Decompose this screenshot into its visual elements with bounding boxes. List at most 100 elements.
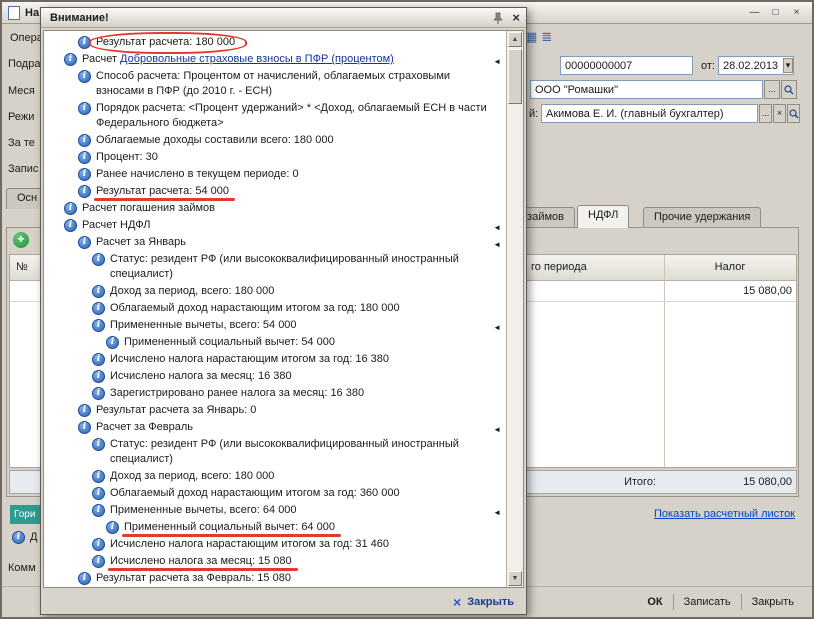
label-month: Меся	[8, 85, 35, 97]
scroll-thumb[interactable]	[508, 49, 522, 104]
message-row: i Примененные вычеты, всего: 64 000 ◄	[44, 502, 506, 519]
warning-dialog: Внимание! × i Результат расчета: 180 000…	[40, 7, 527, 615]
info-icon: i	[92, 538, 105, 551]
message-row: i Исчислено налога за месяц: 16 380	[44, 368, 506, 385]
message-row: i Исчислено налога нарастающим итогом за…	[44, 536, 506, 553]
message-text: Облагаемый доход нарастающим итогом за г…	[110, 302, 400, 314]
info-icon: i	[12, 531, 25, 544]
tab-ndfl[interactable]: НДФЛ	[577, 205, 630, 228]
info-icon: i	[92, 319, 105, 332]
scrollbar[interactable]: ▲ ▼	[506, 31, 523, 587]
info-icon: i	[92, 470, 105, 483]
organization-field[interactable]	[530, 80, 763, 99]
maximize-button[interactable]: □	[765, 4, 786, 21]
dialog-titlebar: Внимание! ×	[41, 8, 526, 28]
message-text: Примененные вычеты, всего: 54 000	[110, 319, 297, 331]
date-label: от:	[701, 60, 715, 72]
message-text: Облагаемые доходы составили всего: 180 0…	[96, 134, 334, 146]
info-icon: i	[64, 53, 77, 66]
message-row: i Доход за период, всего: 180 000	[44, 468, 506, 485]
message-row: i Статус: резидент РФ (или высококвалифи…	[44, 436, 506, 468]
organization-choose-button[interactable]: ...	[764, 80, 780, 99]
info-icon: i	[78, 134, 91, 147]
info-icon: i	[106, 521, 119, 534]
message-text: Облагаемый доход нарастающим итогом за г…	[110, 487, 400, 499]
scroll-up-icon[interactable]: ▲	[508, 32, 522, 47]
menu-item-operations[interactable]: Опера	[10, 32, 43, 44]
organization-open-button[interactable]	[781, 80, 797, 99]
info-icon: i	[78, 421, 91, 434]
dialog-close-icon[interactable]: ×	[512, 10, 520, 25]
label-record: Запис	[8, 163, 39, 175]
info-icon: i	[92, 302, 105, 315]
tab-other-deductions[interactable]: Прочие удержания	[643, 207, 762, 228]
message-row: i Расчет за Февраль ◄	[44, 419, 506, 436]
info-icon: i	[92, 487, 105, 500]
show-payslip-link[interactable]: Показать расчетный листок	[654, 508, 795, 520]
accrual-kind-link[interactable]: Добровольные страховые взносы в ПФР (про…	[120, 53, 394, 65]
pin-icon[interactable]	[492, 12, 504, 24]
info-icon: i	[78, 102, 91, 115]
message-text: Примененный социальный вычет: 54 000	[124, 336, 335, 348]
info-icon: i	[92, 370, 105, 383]
message-row: i Результат расчета за Январь: 0	[44, 402, 506, 419]
message-row: i Порядок расчета: <Процент удержаний> *…	[44, 100, 506, 132]
message-text: Статус: резидент РФ (или высококвалифици…	[110, 438, 459, 465]
info-icon: i	[106, 336, 119, 349]
magnifier-icon	[788, 108, 799, 119]
message-list: i Результат расчета: 180 000 i Расчет До…	[44, 31, 506, 587]
message-text: Результат расчета за Февраль: 15 080	[96, 572, 291, 584]
responsible-field[interactable]	[541, 104, 758, 123]
scroll-down-icon[interactable]: ▼	[508, 571, 522, 586]
label-for-period: За те	[8, 137, 35, 149]
minimize-button[interactable]: —	[744, 4, 765, 21]
collapse-arrow-icon[interactable]: ◄	[493, 422, 501, 437]
message-text: Расчет Добровольные страховые взносы в П…	[82, 53, 394, 65]
collapse-arrow-icon[interactable]: ◄	[493, 320, 501, 335]
message-row: i Исчислено налога нарастающим итогом за…	[44, 351, 506, 368]
info-icon: i	[92, 285, 105, 298]
message-row: i Результат расчета: 54 000	[44, 183, 506, 201]
message-text: Ранее начислено в текущем периоде: 0	[96, 168, 299, 180]
info-icon: i	[78, 236, 91, 249]
info-icon: i	[78, 572, 91, 585]
dialog-close-button[interactable]: Закрыть	[467, 596, 514, 608]
message-row: i Примененные вычеты, всего: 54 000 ◄	[44, 317, 506, 334]
window-title: На	[25, 6, 40, 19]
magnifier-icon	[784, 84, 794, 95]
collapse-arrow-icon[interactable]: ◄	[493, 54, 501, 69]
collapse-arrow-icon[interactable]: ◄	[493, 220, 501, 235]
info-icon: i	[78, 151, 91, 164]
message-text: Статус: резидент РФ (или высококвалифици…	[110, 253, 459, 280]
close-form-button[interactable]: Закрыть	[742, 593, 804, 611]
responsible-choose-button[interactable]: ...	[759, 104, 772, 123]
responsible-open-button[interactable]	[787, 104, 800, 123]
collapse-arrow-icon[interactable]: ◄	[493, 505, 501, 520]
bottom-left-partial-button[interactable]: Гори	[10, 505, 41, 524]
save-button[interactable]: Записать	[674, 593, 741, 611]
document-number-field[interactable]	[560, 56, 693, 75]
info-icon: i	[78, 404, 91, 417]
responsible-clear-button[interactable]: ×	[773, 104, 786, 123]
message-row: i Результат расчета: 180 000	[44, 32, 506, 54]
message-row: i Зарегистрировано ранее налога за месяц…	[44, 385, 506, 402]
message-row: i Расчет за Январь ◄	[44, 234, 506, 251]
calendar-button[interactable]: ▾	[783, 58, 793, 73]
close-button[interactable]: ×	[786, 4, 807, 21]
tax-value-cell[interactable]: 15 080,00	[743, 285, 792, 297]
info-icon: i	[78, 168, 91, 181]
info-note: i Д	[12, 530, 37, 544]
ok-button[interactable]: ОК	[637, 593, 672, 611]
info-icon: i	[78, 70, 91, 83]
collapse-arrow-icon[interactable]: ◄	[493, 237, 501, 252]
message-row: i Облагаемый доход нарастающим итогом за…	[44, 485, 506, 502]
column-header-period: го периода	[531, 261, 587, 273]
info-icon: i	[92, 504, 105, 517]
info-icon: i	[64, 219, 77, 232]
add-row-button[interactable]: +	[13, 232, 29, 248]
info-icon: i	[92, 353, 105, 366]
message-row: i Статус: резидент РФ (или высококвалифи…	[44, 251, 506, 283]
list-columns-icon[interactable]: ≣	[541, 29, 552, 45]
close-x-icon: ×	[453, 594, 462, 610]
info-icon: i	[64, 202, 77, 215]
